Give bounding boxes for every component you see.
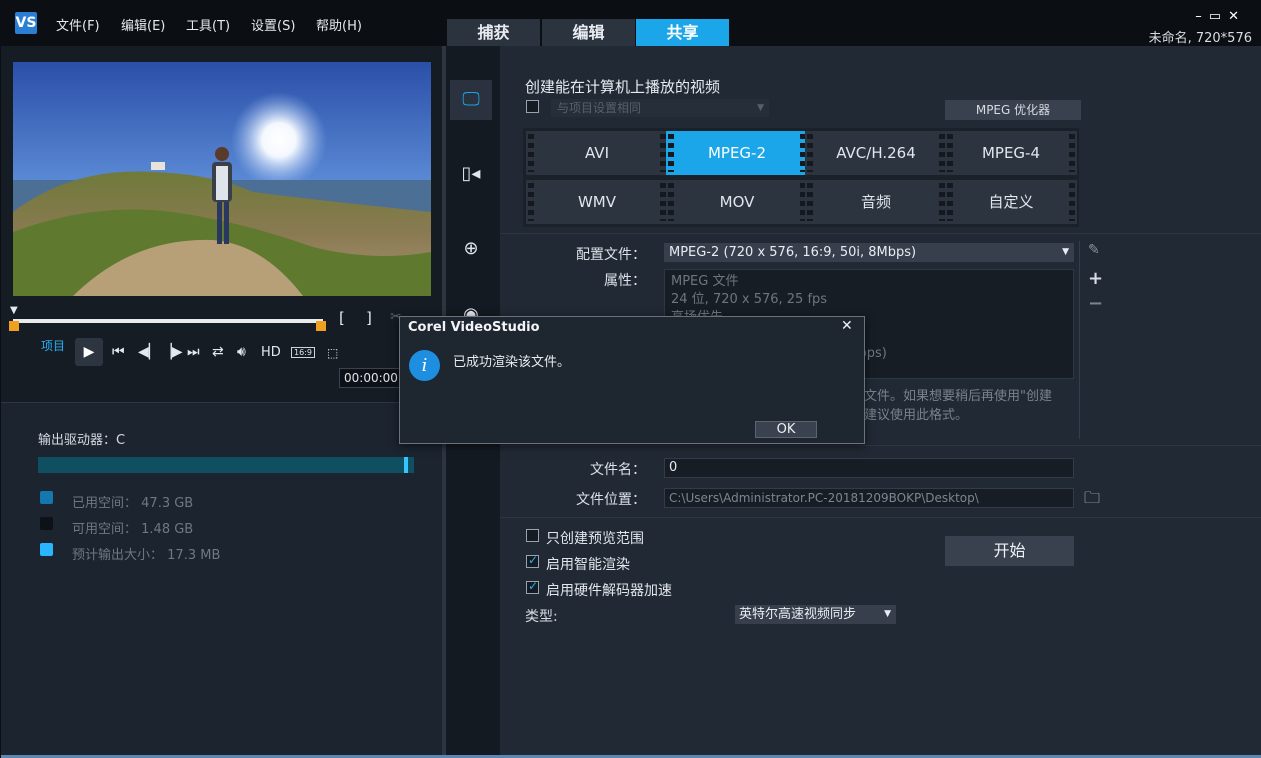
dialog-close-icon[interactable]: ✕: [841, 318, 853, 334]
web-icon[interactable]: ⊕: [450, 229, 492, 269]
repeat-icon[interactable]: ⇄: [212, 344, 224, 360]
vertical-separator: [1079, 241, 1080, 439]
preview-range-checkbox[interactable]: [526, 529, 539, 542]
chevron-down-icon: ▼: [757, 103, 764, 113]
output-drive-label: 输出驱动器：C: [38, 433, 126, 448]
dialog-ok-button[interactable]: OK: [755, 421, 817, 438]
tab-share[interactable]: 共享: [636, 19, 729, 46]
file-location-input[interactable]: C:\Users\Administrator.PC-20181209BOKP\D…: [664, 488, 1074, 508]
play-icon: ▶: [83, 344, 95, 360]
end-icon[interactable]: ⏭: [187, 344, 200, 360]
filename-input[interactable]: 0: [664, 458, 1074, 478]
next-frame-icon[interactable]: ▕▶: [161, 344, 183, 360]
edit-profile-icon[interactable]: ✎: [1088, 242, 1100, 258]
preview-range-label: 只创建预览范围: [546, 531, 644, 547]
smart-render-label: 启用智能渲染: [546, 557, 630, 573]
menu-help[interactable]: 帮助(H): [316, 15, 362, 34]
app-logo: VS: [15, 12, 37, 34]
used-space-swatch: [40, 491, 53, 504]
used-space-label: 已用空间： 47.3 GB: [72, 496, 194, 511]
format-custom[interactable]: 自定义: [945, 180, 1077, 224]
format-avi[interactable]: AVI: [526, 131, 668, 175]
format-wmv[interactable]: WMV: [526, 180, 668, 224]
dialog-title: Corel VideoStudio: [408, 320, 540, 335]
info-icon: i: [409, 350, 440, 381]
chevron-down-icon: ▼: [1062, 247, 1069, 257]
divider-line: [500, 517, 1261, 518]
divider-line: [500, 233, 1261, 234]
profile-select[interactable]: MPEG-2 (720 x 576, 16:9, 50i, 8Mbps) ▼: [664, 243, 1074, 262]
format-audio[interactable]: 音频: [805, 180, 947, 224]
file-location-label: 文件位置：: [576, 492, 646, 508]
smart-render-checkbox[interactable]: [526, 553, 539, 568]
trim-start-handle[interactable]: [9, 321, 19, 331]
volume-icon[interactable]: 🔊︎: [237, 344, 246, 360]
mpeg-optimizer-button[interactable]: MPEG 优化器: [945, 100, 1081, 120]
estimated-size-marker: [404, 457, 408, 473]
format-description: 文件。如果想要稍后再使用"创建 建议使用此格式。: [864, 389, 1052, 423]
start-button[interactable]: 开始: [945, 536, 1074, 566]
menu-edit[interactable]: 编辑(E): [121, 15, 165, 34]
mark-in-icon[interactable]: [: [339, 309, 345, 327]
format-avc[interactable]: AVC/H.264: [805, 131, 947, 175]
property-line: 24 位, 720 x 576, 25 fps: [671, 292, 828, 307]
used-space-value: 47.3 GB: [141, 496, 194, 511]
estimate-size-swatch: [40, 543, 53, 556]
menu-tools[interactable]: 工具(T): [186, 15, 230, 34]
menu-settings[interactable]: 设置(S): [251, 15, 295, 34]
section-title: 创建能在计算机上播放的视频: [525, 78, 721, 96]
hw-decoder-label: 启用硬件解码器加速: [546, 583, 672, 599]
trim-end-handle[interactable]: [316, 321, 326, 331]
profile-label: 配置文件：: [576, 247, 646, 263]
remove-profile-icon[interactable]: −: [1088, 293, 1103, 314]
filename-label: 文件名：: [590, 462, 646, 478]
same-as-project-select[interactable]: 与项目设置相同 ▼: [551, 99, 769, 117]
free-space-label: 可用空间： 1.48 GB: [72, 522, 194, 537]
timecode-display[interactable]: 00:00:00: [339, 368, 404, 388]
video-preview[interactable]: [13, 62, 431, 296]
aspect-ratio-button[interactable]: 16:9: [291, 347, 315, 358]
add-profile-icon[interactable]: +: [1088, 268, 1103, 289]
properties-label: 属性：: [604, 273, 646, 289]
restore-icon[interactable]: ▭: [1209, 9, 1228, 24]
format-mov[interactable]: MOV: [666, 180, 808, 224]
project-info: 未命名, 720*576: [1148, 31, 1252, 46]
window-controls: –▭✕: [1195, 9, 1246, 24]
project-mode-label[interactable]: 项目: [41, 337, 65, 354]
estimate-size-value: 17.3 MB: [167, 548, 221, 563]
format-mpeg2[interactable]: MPEG-2: [666, 131, 808, 175]
storage-panel: [1, 402, 442, 758]
same-as-project-checkbox[interactable]: [526, 100, 539, 113]
drive-usage-bar: [38, 457, 414, 473]
hd-preview-toggle[interactable]: HD: [261, 345, 281, 360]
device-icon[interactable]: ▯◂: [450, 154, 492, 194]
computer-icon[interactable]: 🖵︎: [450, 80, 492, 120]
mark-out-icon[interactable]: ]: [366, 309, 372, 327]
free-space-value: 1.48 GB: [141, 522, 194, 537]
close-icon[interactable]: ✕: [1228, 9, 1246, 24]
divider-line: [500, 445, 1261, 446]
estimate-size-label: 预计输出大小： 17.3 MB: [72, 548, 221, 563]
type-label: 类型:: [525, 609, 558, 625]
tab-edit[interactable]: 编辑: [542, 19, 635, 46]
prev-frame-icon[interactable]: ◀▏: [138, 344, 160, 360]
free-space-swatch: [40, 517, 53, 530]
hw-decoder-checkbox[interactable]: [526, 579, 539, 594]
property-line: MPEG 文件: [671, 274, 739, 289]
play-button[interactable]: ▶: [75, 338, 103, 366]
preview-frame-image: [13, 62, 431, 296]
browse-folder-icon[interactable]: 🗀︎: [1084, 487, 1100, 514]
menu-file[interactable]: 文件(F): [56, 15, 100, 34]
chevron-down-icon: ▼: [884, 609, 891, 619]
format-mpeg4[interactable]: MPEG-4: [945, 131, 1077, 175]
playhead-marker-icon[interactable]: ▼: [10, 305, 18, 316]
resize-icon[interactable]: ⬚: [327, 346, 338, 360]
minimize-icon[interactable]: –: [1195, 9, 1209, 24]
home-icon[interactable]: ⏮: [112, 344, 125, 360]
dialog-message: 已成功渲染该文件。: [453, 355, 571, 370]
disc-icon[interactable]: ◉: [450, 299, 492, 317]
scrub-track[interactable]: [13, 319, 323, 323]
tab-capture[interactable]: 捕获: [447, 19, 540, 46]
type-select[interactable]: 英特尔高速视频同步 ▼: [735, 605, 896, 624]
